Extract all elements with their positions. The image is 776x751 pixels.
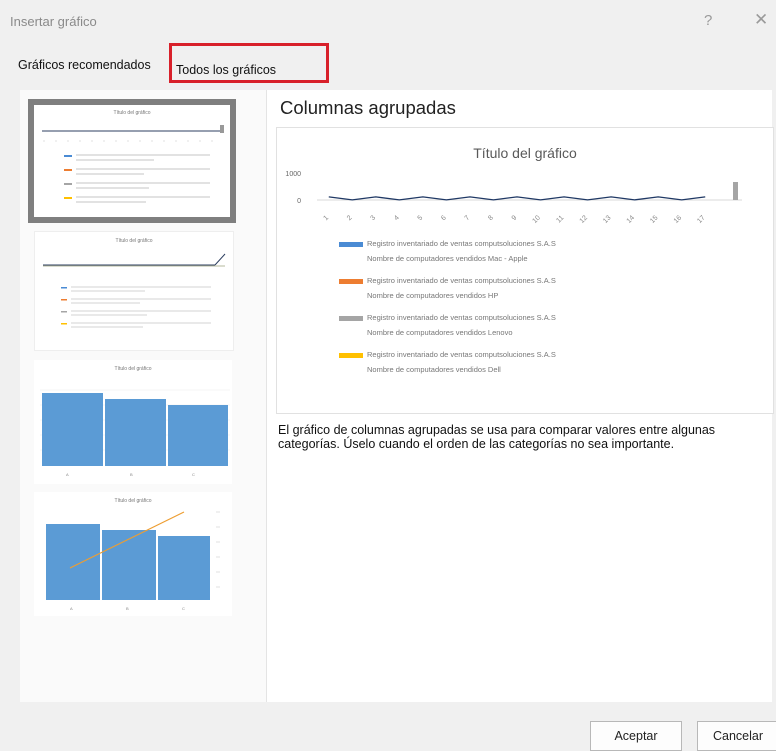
x-tick-label: 13 — [602, 214, 613, 225]
legend-label: Nombre de computadores vendidos Mac - Ap… — [367, 254, 528, 263]
svg-text:B: B — [130, 472, 133, 477]
svg-text:C: C — [182, 606, 185, 611]
x-tick-label: 2 — [346, 214, 354, 222]
x-tick-label: 10 — [531, 214, 542, 225]
cancel-button[interactable]: Cancelar — [697, 721, 776, 751]
legend-label: Nombre de computadores vendidos Dell — [367, 365, 501, 374]
ok-button[interactable]: Aceptar — [590, 721, 682, 751]
thumbnail-title: Título del gráfico — [114, 110, 151, 116]
svg-text:A: A — [66, 472, 69, 477]
x-tick-label: 5 — [417, 214, 425, 222]
x-tick-label: 12 — [579, 214, 590, 225]
thumbnail-title: Título del gráfico — [115, 498, 152, 504]
dialog-titlebar: Insertar gráfico ? ✕ — [0, 0, 776, 44]
legend-label: Registro inventariado de ventas computso… — [367, 239, 556, 248]
x-tick-label: 7 — [464, 214, 472, 222]
highlight-box — [169, 43, 329, 83]
chart-type-heading: Columnas agrupadas — [280, 97, 456, 118]
x-tick-label: 17 — [696, 214, 707, 225]
legend-label: Registro inventariado de ventas computso… — [367, 350, 556, 359]
thumbnail-preview: Título del gráfico A B C — [40, 366, 230, 477]
y-tick-label: 0 — [297, 198, 301, 205]
x-tick-label: 1 — [322, 214, 330, 222]
help-icon[interactable]: ? — [704, 12, 712, 29]
bar — [733, 182, 738, 200]
legend-swatch — [339, 353, 363, 358]
y-tick-label: 1000 — [285, 171, 301, 178]
thumbnail-list[interactable]: Título del gráfico Título del gráfico Tí… — [20, 90, 267, 702]
legend-swatch — [339, 316, 363, 321]
x-tick-label: 15 — [649, 214, 660, 225]
thumbnail-preview: Título del gráfico — [42, 110, 224, 203]
legend-label: Nombre de computadores vendidos HP — [367, 291, 498, 300]
chart-title: Título del gráfico — [473, 145, 577, 161]
svg-text:A: A — [70, 606, 73, 611]
tab-recommended-charts[interactable]: Gráficos recomendados — [18, 58, 151, 72]
thumbnail-line-chart-2[interactable]: Título del gráfico — [34, 231, 234, 351]
x-tick-label: 6 — [440, 214, 448, 222]
thumbnail-preview: Título del gráfico — [43, 238, 226, 328]
dialog-title: Insertar gráfico — [10, 14, 97, 29]
legend-label: Nombre de computadores vendidos Lenovo — [367, 328, 513, 337]
chart-svg: Título del gráfico 100001 2 3 4 5 6 7 8 9 10 11 12 1… — [285, 145, 742, 374]
thumbnail-preview: Título del gráfico A B C — [46, 498, 220, 611]
x-tick-label: 16 — [673, 214, 684, 225]
thumbnail-bar-line-chart[interactable]: Título del gráfico A B C — [34, 492, 232, 616]
thumbnail-title: Título del gráfico — [115, 366, 152, 372]
legend-label: Registro inventariado de ventas computso… — [367, 313, 556, 322]
x-tick-label: 9 — [511, 214, 519, 222]
legend-swatch — [339, 242, 363, 247]
legend-swatch — [339, 279, 363, 284]
x-tick-label: 3 — [370, 214, 378, 222]
chart-preview: Título del gráfico 1000 0 1 2 3 4 5 6 7 8 9 10 11 12 1… — [276, 127, 774, 414]
thumbnail-title: Título del gráfico — [116, 238, 153, 244]
thumbnail-bar-chart[interactable]: Título del gráfico A B C — [34, 360, 232, 484]
legend-label: Registro inventariado de ventas computso… — [367, 276, 556, 285]
x-tick-label: 8 — [487, 214, 495, 222]
series-line — [328, 196, 706, 201]
thumbnail-line-chart-1[interactable]: Título del gráfico — [28, 99, 236, 223]
x-tick-label: 11 — [555, 214, 565, 224]
chart-description: El gráfico de columnas agrupadas se usa … — [278, 423, 716, 451]
x-tick-label: 4 — [393, 214, 401, 222]
x-tick-label: 14 — [626, 214, 637, 225]
close-icon[interactable]: ✕ — [754, 10, 768, 30]
svg-text:C: C — [192, 472, 195, 477]
svg-text:B: B — [126, 606, 129, 611]
